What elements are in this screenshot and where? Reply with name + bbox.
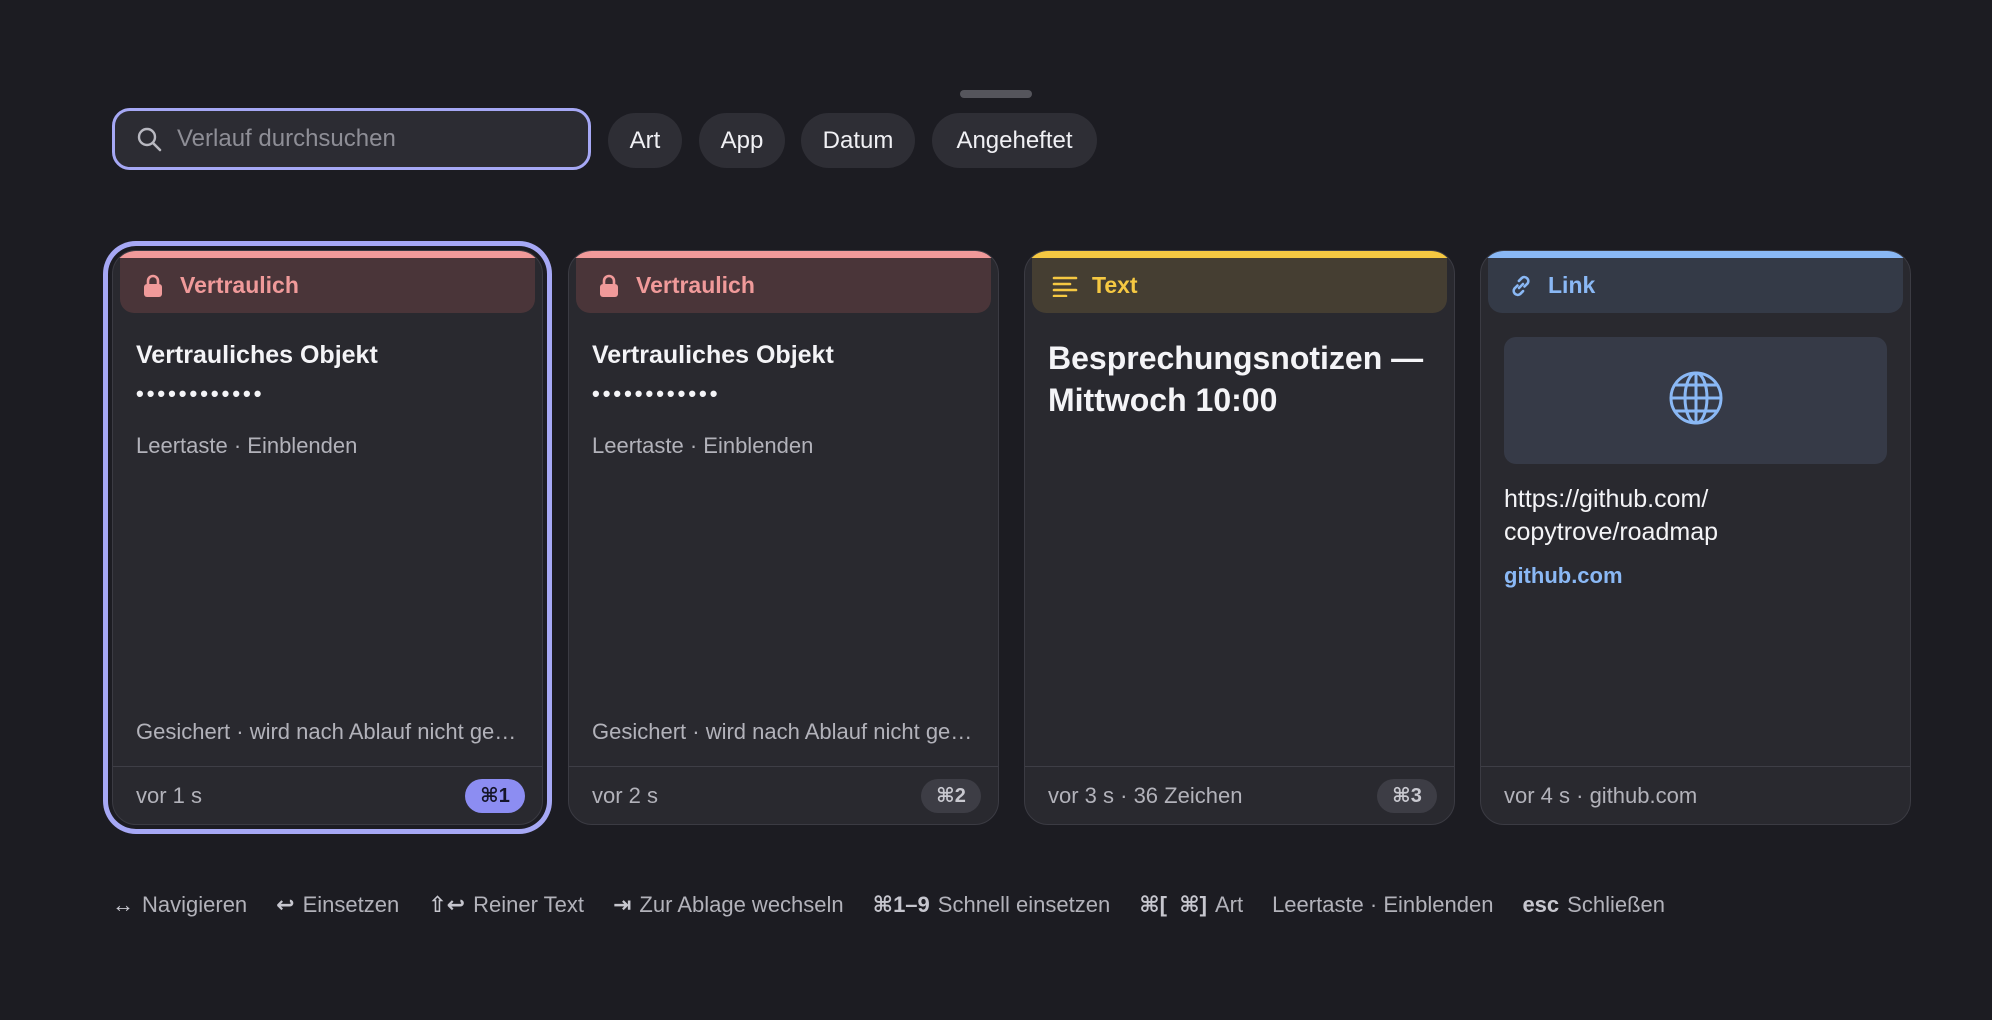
hint-kind: ⌘[ ⌘] Art: [1139, 892, 1244, 917]
link-domain: github.com: [1504, 563, 1623, 588]
card-footer: vor 4 s · github.com: [1481, 766, 1910, 824]
shortcut-key: ⌘[ ⌘]: [1139, 892, 1207, 917]
link-icon: [1508, 273, 1534, 299]
reveal-hint: Leertaste · Einblenden: [136, 433, 358, 458]
kind-color-bar: [1481, 251, 1910, 258]
kind-color-bar: [1025, 251, 1454, 258]
clip-card-sensitive[interactable]: Vertraulich Vertrauliches Objekt •••••••…: [112, 250, 543, 825]
text-content: Besprechungsnotizen — Mittwoch 10:00: [1048, 340, 1424, 418]
hint-quick-paste: ⌘1–9 Schnell einsetzen: [872, 892, 1111, 917]
hint-navigate: ↔ Navigieren: [112, 892, 248, 917]
drag-handle[interactable]: [960, 90, 1032, 98]
card-footer: vor 3 s · 36 Zeichen ⌘3: [1025, 766, 1454, 824]
shortcut-badge: ⌘1: [465, 778, 525, 813]
clip-card-link[interactable]: Link https://github.com/ copytrove/roadm…: [1480, 250, 1911, 825]
return-icon: ↩: [276, 892, 295, 917]
secured-note: Gesichert · wird nach Ablauf nicht gespe…: [592, 719, 975, 744]
shortcut-badge: ⌘2: [921, 778, 981, 813]
reveal-hint: Leertaste · Einblenden: [592, 433, 814, 458]
link-preview: [1504, 337, 1887, 464]
kind-header: Vertraulich: [576, 258, 991, 313]
shift-return-icon: ⇧↩: [428, 892, 466, 917]
search-field[interactable]: [112, 108, 591, 170]
kind-color-bar: [569, 251, 998, 258]
card-meta: vor 2 s: [592, 782, 659, 808]
lock-icon: [140, 273, 166, 299]
secured-note: Gesichert · wird nach Ablauf nicht gespe…: [136, 719, 519, 744]
link-url: https://github.com/ copytrove/roadmap: [1504, 485, 1719, 546]
search-input[interactable]: [177, 125, 557, 153]
kind-header: Text: [1032, 258, 1447, 313]
card-footer: vor 1 s ⌘1: [113, 766, 542, 824]
card-footer: vor 2 s ⌘2: [569, 766, 998, 824]
search-icon: [135, 125, 163, 153]
kind-header: Vertraulich: [120, 258, 535, 313]
shortcut-badge: ⌘3: [1377, 778, 1437, 813]
card-title: Vertrauliches Objekt: [592, 341, 834, 369]
clip-card-text[interactable]: Text Besprechungsnotizen — Mittwoch 10:0…: [1024, 250, 1455, 825]
filter-chip-angeheftet[interactable]: Angeheftet: [932, 113, 1097, 168]
hint-reveal: Leertaste · Einblenden: [1272, 892, 1494, 917]
kind-label: Vertraulich: [180, 272, 299, 298]
kind-color-bar: [113, 251, 542, 258]
card-meta: vor 4 s · github.com: [1504, 782, 1698, 808]
filter-chip-app[interactable]: App: [699, 113, 785, 168]
hint-switch-clipboard: ⇥ Zur Ablage wechseln: [612, 892, 844, 917]
card-meta: vor 1 s: [136, 782, 203, 808]
card-title: Vertrauliches Objekt: [136, 341, 378, 369]
clip-card-sensitive[interactable]: Vertraulich Vertrauliches Objekt •••••••…: [568, 250, 999, 825]
masked-content: ••••••••••••: [136, 381, 265, 406]
kind-label: Text: [1092, 272, 1138, 298]
hint-paste: ↩ Einsetzen: [276, 892, 400, 917]
hint-plain-text: ⇧↩ Reiner Text: [428, 892, 584, 917]
kind-label: Vertraulich: [636, 272, 755, 298]
esc-key: esc: [1522, 892, 1560, 917]
hint-close: esc Schließen: [1522, 892, 1665, 917]
masked-content: ••••••••••••: [592, 381, 721, 406]
kind-label: Link: [1548, 272, 1596, 298]
card-meta: vor 3 s · 36 Zeichen: [1048, 782, 1243, 808]
keyboard-hints-bar: ↔ Navigieren ↩ Einsetzen ⇧↩ Reiner Text ⇥ Zu…: [112, 892, 1694, 918]
tab-icon: ⇥: [612, 892, 632, 917]
shortcut-key: ⌘1–9: [872, 892, 930, 917]
lock-icon: [596, 273, 622, 299]
text-lines-icon: [1052, 273, 1078, 299]
globe-icon: [1667, 369, 1725, 432]
filter-chip-datum[interactable]: Datum: [801, 113, 915, 168]
filter-chip-art[interactable]: Art: [608, 113, 682, 168]
kind-header: Link: [1488, 258, 1903, 313]
arrows-icon: ↔: [112, 892, 134, 917]
